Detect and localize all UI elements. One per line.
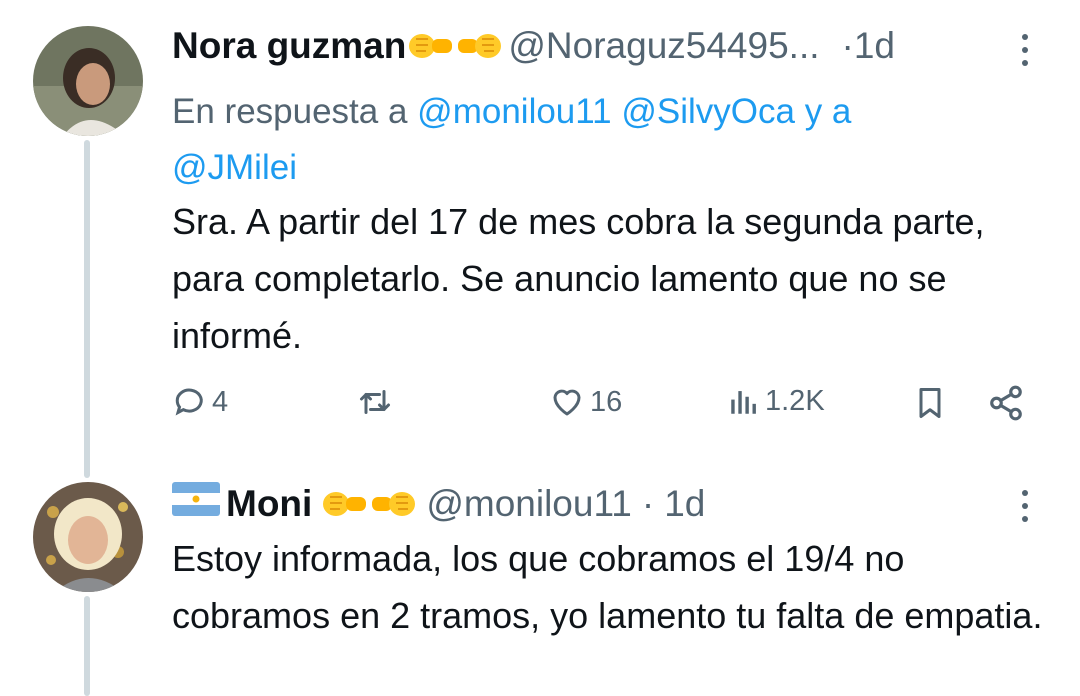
tweet-text: Sra. A partir del 17 de mes cobra la seg… <box>172 201 985 356</box>
views-button[interactable]: 1.2K <box>727 384 825 418</box>
tweet-header: Moni @monilou11 · 1d <box>172 482 705 526</box>
views-count: 1.2K <box>765 384 825 417</box>
action-bar: 4 16 1.2K <box>172 384 1032 428</box>
timestamp[interactable]: 1d <box>854 24 895 68</box>
separator-dot: · <box>641 483 655 524</box>
more-options-icon[interactable] <box>1020 490 1030 522</box>
retweet-button[interactable] <box>356 384 398 420</box>
share-button[interactable] <box>987 384 1025 422</box>
fist-bump-emoji <box>408 29 502 63</box>
fist-bump-emoji <box>322 487 416 521</box>
views-icon <box>727 384 761 418</box>
mention-link[interactable]: @JMilei <box>172 148 297 187</box>
mention-link[interactable]: @monilou11 <box>417 92 611 131</box>
thread-line <box>84 140 90 478</box>
tweet-header: Nora guzman @Noraguz54495... · 1d <box>172 24 895 68</box>
reply-button[interactable]: 4 <box>172 384 228 420</box>
thread-line <box>84 596 90 696</box>
bookmark-button[interactable] <box>912 384 948 422</box>
mention-link[interactable]: @SilvyOca <box>621 92 795 131</box>
avatar[interactable] <box>33 482 143 592</box>
reply-to-and[interactable]: y a <box>805 92 852 131</box>
reply-count: 4 <box>212 385 229 418</box>
reply-to-line: En respuesta a @monilou11 @SilvyOca y a … <box>172 84 1032 196</box>
separator-dot: · <box>841 25 854 66</box>
more-options-icon[interactable] <box>1020 34 1030 66</box>
share-icon <box>987 384 1025 422</box>
like-icon <box>548 384 586 420</box>
retweet-icon <box>356 384 394 420</box>
author-name[interactable]: Moni <box>226 482 312 526</box>
like-button[interactable]: 16 <box>548 384 622 420</box>
like-count: 16 <box>590 385 623 418</box>
timestamp[interactable]: 1d <box>664 482 705 526</box>
tweet-text: Estoy informada, los que cobramos el 19/… <box>172 538 1043 636</box>
author-handle[interactable]: @monilou11 <box>426 482 632 526</box>
reply-to-prefix: En respuesta a <box>172 92 408 131</box>
avatar[interactable] <box>33 26 143 136</box>
argentina-flag-emoji <box>172 482 220 526</box>
reply-icon <box>172 384 208 420</box>
author-name[interactable]: Nora guzman <box>172 24 406 68</box>
author-handle[interactable]: @Noraguz54495... <box>508 24 819 68</box>
bookmark-icon <box>912 384 948 422</box>
